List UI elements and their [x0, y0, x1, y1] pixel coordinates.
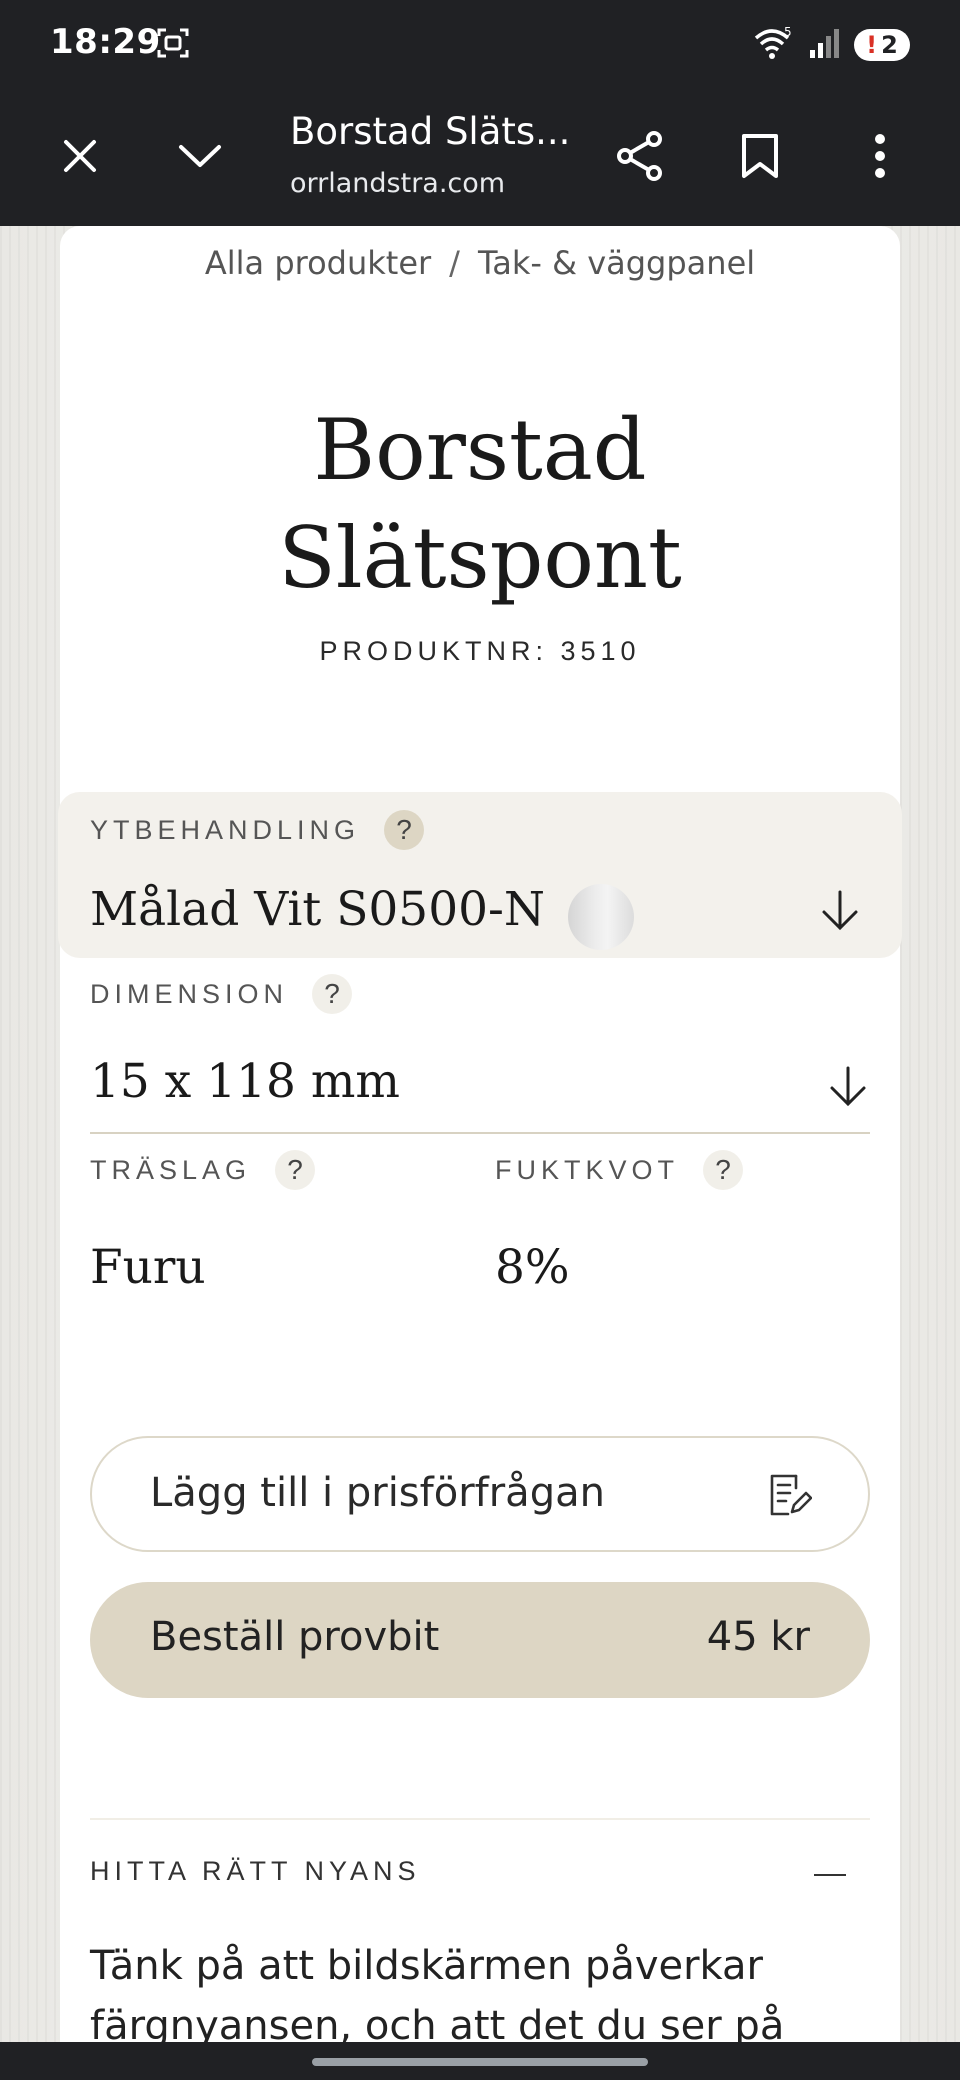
product-title: Borstad Slätspont — [60, 396, 900, 612]
wifi-label: 5 — [784, 26, 792, 39]
home-gesture-handle[interactable] — [312, 2058, 648, 2066]
product-card: Alla produkter / Tak- & väggpanel Borstad … — [58, 226, 902, 2049]
menu-button[interactable] — [840, 118, 920, 198]
notification-badge: ! 2 — [854, 29, 910, 61]
system-nav-bar — [0, 2042, 960, 2080]
status-time: 18:29 — [50, 22, 161, 62]
status-indicators: 5 ! 2 — [752, 25, 910, 64]
finish-value: Målad Vit S0500-N — [90, 882, 546, 937]
finish-select[interactable]: YTBEHANDLING ? Målad Vit S0500-N — [58, 792, 902, 958]
product-title-line2: Slätspont — [278, 509, 682, 607]
product-title-line1: Borstad — [313, 401, 647, 499]
dimension-select[interactable]: 15 x 118 mm — [90, 1026, 870, 1134]
find-shade-title: HITTA RÄTT NYANS — [90, 1856, 421, 1886]
page-title[interactable]: Borstad Släts... — [290, 110, 580, 153]
notification-count: 2 — [881, 31, 898, 59]
page-url[interactable]: orrlandstra.com — [290, 168, 530, 199]
breadcrumb: Alla produkter / Tak- & väggpanel — [60, 244, 900, 282]
finish-help-button[interactable]: ? — [384, 810, 425, 850]
product-number: PRODUKTNR: 3510 — [319, 636, 641, 666]
moisture-label: FUKTKVOT — [495, 1154, 680, 1185]
wood-label-row: TRÄSLAG ? — [90, 1150, 316, 1190]
moisture-label-row: FUKTKVOT ? — [495, 1150, 744, 1190]
arrow-down-icon — [826, 1064, 870, 1108]
share-icon — [615, 130, 665, 186]
breadcrumb-category[interactable]: Tak- & väggpanel — [478, 244, 755, 282]
add-to-quote-label: Lägg till i prisförfrågan — [150, 1470, 605, 1516]
wood-help-button[interactable]: ? — [275, 1150, 316, 1190]
find-shade-accordion-header[interactable]: HITTA RÄTT NYANS — [90, 1830, 870, 1910]
screen-record-icon — [156, 26, 190, 64]
bookmark-icon — [740, 132, 780, 184]
wifi-icon: 5 — [752, 25, 796, 64]
dimension-label-row: DIMENSION ? — [90, 974, 353, 1014]
dimension-label: DIMENSION — [90, 978, 289, 1009]
divider — [90, 1818, 870, 1820]
arrow-down-icon — [818, 888, 862, 932]
sample-price: 45 kr — [706, 1614, 810, 1660]
status-bar: 18:29 5 ! 2 — [0, 0, 960, 88]
chevron-down-icon — [177, 141, 223, 175]
close-button[interactable] — [40, 118, 120, 198]
breadcrumb-separator: / — [449, 244, 460, 282]
order-sample-button[interactable]: Beställ provbit 45 kr — [90, 1582, 870, 1698]
order-sample-label: Beställ provbit — [150, 1614, 440, 1660]
collapse-minus-icon[interactable] — [814, 1874, 846, 1876]
notification-mark: ! — [866, 31, 878, 59]
finish-label: YTBEHANDLING — [90, 814, 361, 845]
collapse-button[interactable] — [160, 118, 240, 198]
dimension-value: 15 x 118 mm — [90, 1054, 400, 1109]
quote-list-icon — [766, 1472, 813, 1522]
close-icon — [60, 136, 100, 180]
find-shade-text: Tänk på att bildskärmen påverkar färgnya… — [90, 1943, 785, 2049]
moisture-help-button[interactable]: ? — [703, 1150, 744, 1190]
breadcrumb-all-products[interactable]: Alla produkter — [205, 244, 431, 282]
share-button[interactable] — [600, 118, 680, 198]
moisture-value: 8% — [495, 1240, 570, 1295]
wood-value: Furu — [90, 1240, 206, 1295]
dimension-help-button[interactable]: ? — [312, 974, 353, 1014]
signal-icon — [808, 26, 842, 64]
more-vert-icon — [874, 133, 886, 183]
color-swatch — [568, 884, 634, 950]
add-to-quote-button[interactable]: Lägg till i prisförfrågan — [90, 1436, 870, 1552]
finish-label-row: YTBEHANDLING ? — [90, 810, 425, 850]
bookmark-button[interactable] — [720, 118, 800, 198]
wood-label: TRÄSLAG — [90, 1154, 252, 1185]
browser-toolbar: Borstad Släts... orrlandstra.com — [0, 88, 960, 226]
